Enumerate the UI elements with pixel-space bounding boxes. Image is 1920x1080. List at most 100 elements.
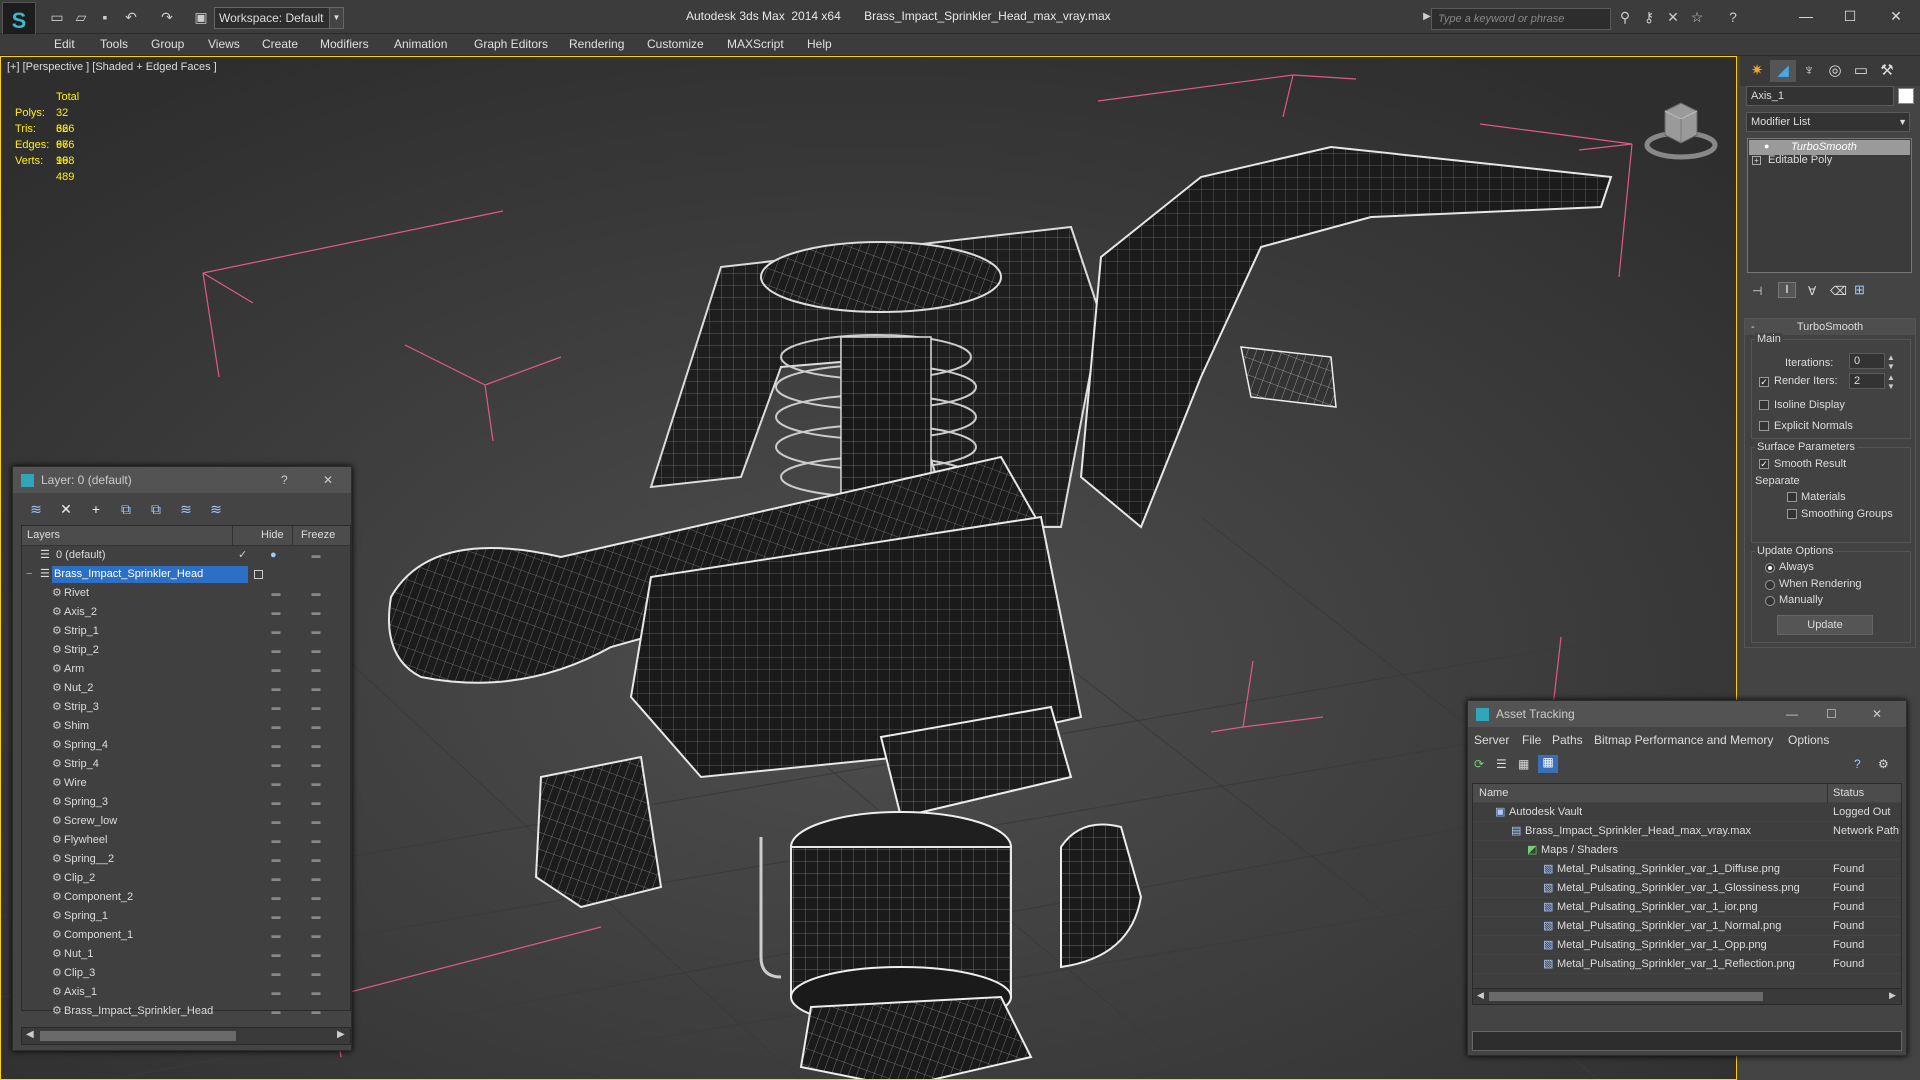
delete-layer-icon[interactable]: ✕ [57,500,75,518]
undo-icon[interactable]: ↶ [122,8,140,26]
hide-toggle[interactable]: ▬ [269,603,283,622]
layer-object-row[interactable]: ⚙ Spring_3 ▬ ▬ [22,793,350,812]
asset-row[interactable]: ▧ Metal_Pulsating_Sprinkler_var_1_Glossin… [1473,879,1901,898]
hide-toggle[interactable]: ▬ [269,831,283,850]
hide-toggle[interactable]: ▬ [269,869,283,888]
asset-row[interactable]: ◩ Maps / Shaders [1473,841,1901,860]
layer-object-row[interactable]: ⚙ Nut_2 ▬ ▬ [22,679,350,698]
select-objects-icon[interactable]: ⧉ [117,500,135,518]
menu-paths[interactable]: Paths [1552,733,1583,747]
layer-object-row[interactable]: ⚙ Axis_1 ▬ ▬ [22,983,350,1002]
menu-help[interactable]: Help [807,37,832,51]
manually-radio[interactable] [1765,596,1775,606]
asset-row[interactable]: ▧ Metal_Pulsating_Sprinkler_var_1_ior.png… [1473,898,1901,917]
layer-object-row[interactable]: ⚙ Brass_Impact_Sprinkler_Head ▬ ▬ [22,1002,350,1021]
layer-object-row[interactable]: ⚙ Clip_3 ▬ ▬ [22,964,350,983]
scroll-right-icon[interactable]: ▶ [337,1029,345,1040]
bulb-icon[interactable]: ● [270,546,277,565]
object-name-field[interactable]: Axis_1 [1746,86,1894,106]
column-hide[interactable]: Hide [261,529,284,541]
menu-options[interactable]: Options [1788,733,1829,747]
hierarchy-tab-icon[interactable]: ♆ [1796,60,1822,82]
hide-toggle[interactable]: ▬ [269,850,283,869]
new-file-icon[interactable]: ▭ [48,8,66,26]
hide-toggle[interactable]: ▬ [269,622,283,641]
collapse-icon[interactable]: − [26,565,32,584]
refresh-icon[interactable]: ⟳ [1474,757,1484,771]
hide-toggle[interactable]: ▬ [269,698,283,717]
always-radio[interactable] [1765,563,1775,573]
hide-toggle[interactable]: ▬ [269,774,283,793]
scroll-right-icon[interactable]: ▶ [1889,990,1896,1001]
hide-toggle[interactable]: ▬ [269,945,283,964]
hide-toggle[interactable]: ▬ [269,888,283,907]
freeze-toggle[interactable]: ▬ [309,926,323,945]
hide-toggle[interactable]: ▬ [269,926,283,945]
menu-rendering[interactable]: Rendering [569,37,624,51]
layer-object-row[interactable]: ⚙ Strip_1 ▬ ▬ [22,622,350,641]
pin-stack-icon[interactable]: ⊣ [1752,284,1762,298]
close-button[interactable]: ✕ [1872,701,1882,727]
configure-sets-icon[interactable]: ⊞ [1854,282,1865,298]
active-layer-check-icon[interactable]: ✓ [238,546,247,565]
menu-tools[interactable]: Tools [100,37,128,51]
favorites-star-icon[interactable]: ☆ [1688,8,1706,26]
layer-object-row[interactable]: ⚙ Component_2 ▬ ▬ [22,888,350,907]
hide-toggle[interactable]: ▬ [269,793,283,812]
freeze-toggle[interactable]: ▬ [309,584,323,603]
freeze-toggle[interactable]: ▬ [309,850,323,869]
settings-icon[interactable]: ⚙ [1878,757,1889,771]
spinner-arrows-icon[interactable]: ▲ ▼ [1887,353,1895,371]
freeze-toggle[interactable]: ▬ [309,812,323,831]
layer-dialog-titlebar[interactable]: Layer: 0 (default) ? ✕ [13,467,351,493]
freeze-toggle[interactable]: ▬ [309,888,323,907]
layer-object-row[interactable]: ⚙ Spring_4 ▬ ▬ [22,736,350,755]
menu-animation[interactable]: Animation [394,37,447,51]
layer-object-row[interactable]: ⚙ Spring__2 ▬ ▬ [22,850,350,869]
layer-object-row[interactable]: ⚙ Shim ▬ ▬ [22,717,350,736]
layer-object-row[interactable]: ⚙ Screw_low ▬ ▬ [22,812,350,831]
freeze-toggle[interactable]: ▬ [309,793,323,812]
remove-modifier-icon[interactable]: ⌫ [1830,284,1847,298]
asset-row[interactable]: ▤ Brass_Impact_Sprinkler_Head_max_vray.ma… [1473,822,1901,841]
exchange-icon[interactable]: ✕ [1664,8,1682,26]
maximize-button[interactable]: ☐ [1826,701,1837,727]
help-icon[interactable]: ? [1854,757,1861,771]
hide-toggle[interactable]: ▬ [269,755,283,774]
viewcube-icon[interactable] [1641,87,1721,167]
save-file-icon[interactable]: ▪ [96,8,114,26]
layer-object-row[interactable]: ⚙ Arm ▬ ▬ [22,660,350,679]
stack-item-turbosmooth[interactable]: TurboSmooth [1749,140,1910,155]
modifier-list-dropdown[interactable]: Modifier List ▼ [1746,112,1910,132]
freeze-toggle[interactable]: ▬ [309,907,323,926]
motion-tab-icon[interactable]: ◎ [1822,60,1848,82]
menu-edit[interactable]: Edit [54,37,75,51]
scroll-left-icon[interactable]: ◀ [26,1029,34,1040]
close-button[interactable]: ✕ [1876,4,1916,28]
when-rendering-radio[interactable] [1765,580,1775,590]
scrollbar-thumb[interactable] [1489,992,1763,1001]
binoculars-icon[interactable]: ⚲ [1616,8,1634,26]
menu-create[interactable]: Create [262,37,298,51]
smooth-result-checkbox[interactable]: ✓ [1759,459,1769,469]
minimize-button[interactable]: — [1786,4,1826,28]
layer-row-default[interactable]: ☰ 0 (default) ✓ ● ▬ [22,546,350,565]
freeze-toggle[interactable]: ▬ [309,755,323,774]
layer-object-row[interactable]: ⚙ Rivet ▬ ▬ [22,584,350,603]
freeze-toggle[interactable]: ▬ [309,736,323,755]
freeze-toggle[interactable]: ▬ [309,660,323,679]
stack-item-editable-poly[interactable]: Editable Poly [1768,154,1832,166]
layer-object-row[interactable]: ⚙ Wire ▬ ▬ [22,774,350,793]
search-input[interactable]: Type a keyword or phrase [1431,8,1611,30]
freeze-toggle[interactable]: ▬ [309,945,323,964]
object-color-swatch[interactable] [1898,88,1914,104]
display-tab-icon[interactable]: ▭ [1848,60,1874,82]
iterations-spinner[interactable]: 0 [1849,353,1885,369]
smoothing-groups-checkbox[interactable] [1787,509,1797,519]
workspace-selector[interactable]: Workspace: Default ▼ [214,7,344,29]
redo-icon[interactable]: ↷ [158,8,176,26]
explicit-normals-checkbox[interactable] [1759,421,1769,431]
viewport-label[interactable]: [+] [Perspective ] [Shaded + Edged Faces… [7,61,217,73]
render-iters-checkbox[interactable]: ✓ [1759,377,1769,387]
hide-toggle[interactable]: ▬ [269,983,283,1002]
